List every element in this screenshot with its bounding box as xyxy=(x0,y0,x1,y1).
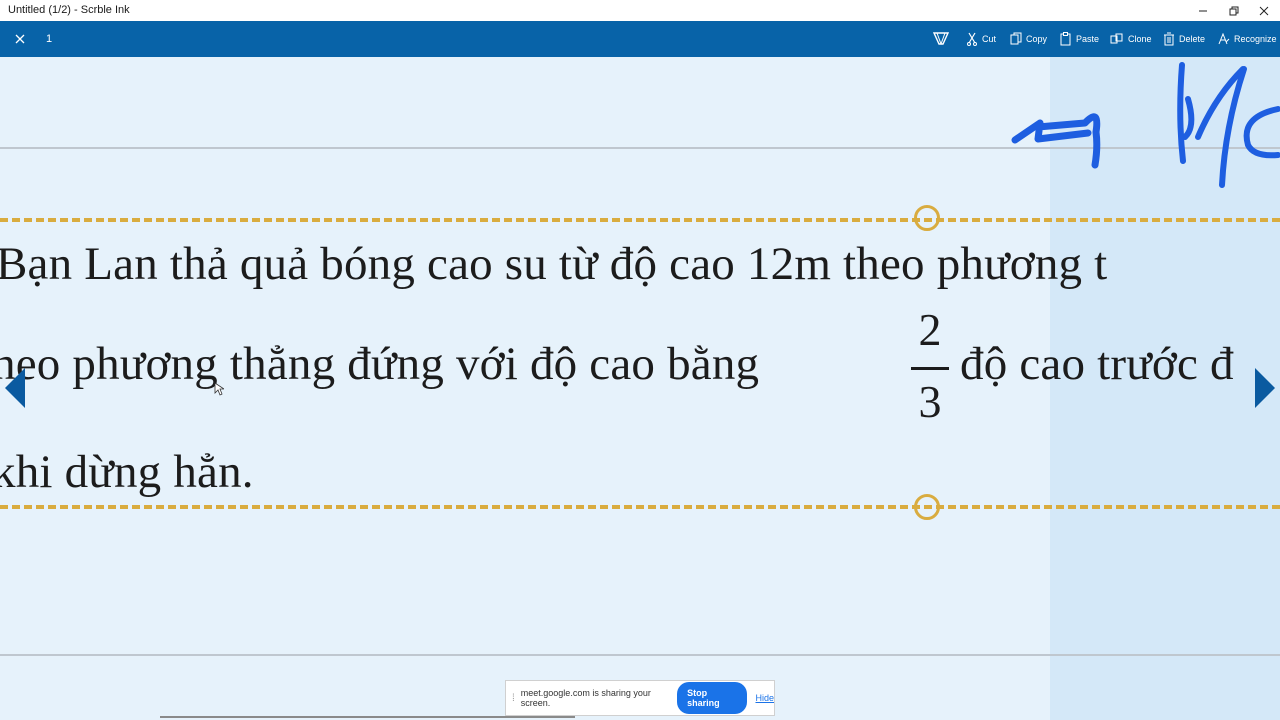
problem-text-line-2b: độ cao trước đ xyxy=(960,338,1234,390)
title-bar: Untitled (1/2) - Scrble Ink xyxy=(0,0,1280,21)
screen-share-bar: ⁞ meet.google.com is sharing your screen… xyxy=(505,680,775,716)
hide-link[interactable]: Hide xyxy=(755,693,774,703)
paste-label: Paste xyxy=(1076,34,1100,44)
next-page-arrow-icon[interactable] xyxy=(1255,368,1275,408)
previous-page-arrow-icon[interactable] xyxy=(5,368,25,408)
minimize-icon xyxy=(1199,10,1207,11)
handwriting-ink xyxy=(1011,62,1280,188)
delete-label: Delete xyxy=(1179,34,1206,44)
clone-button[interactable]: Clone xyxy=(1110,21,1152,57)
close-icon xyxy=(15,34,25,44)
drag-handle-icon[interactable]: ⁞ xyxy=(512,693,515,704)
recognize-icon xyxy=(1218,33,1230,45)
copy-icon xyxy=(1010,32,1022,45)
scissors-icon xyxy=(967,32,977,46)
selection-toolbar: 1 Cut Copy Paste Clone Delete Recognize xyxy=(0,21,1280,57)
lasso-select-button[interactable] xyxy=(932,21,950,57)
stop-sharing-button[interactable]: Stop sharing xyxy=(677,682,748,714)
clone-label: Clone xyxy=(1128,34,1152,44)
horizontal-scrollbar[interactable] xyxy=(160,716,575,718)
cut-label: Cut xyxy=(982,34,997,44)
resize-handle-top[interactable] xyxy=(914,205,940,231)
paste-icon xyxy=(1060,32,1071,46)
recognize-button[interactable]: Recognize xyxy=(1218,21,1277,57)
ruled-line xyxy=(0,654,1280,656)
restore-icon xyxy=(1229,6,1239,15)
recognize-label: Recognize xyxy=(1234,34,1277,44)
problem-text-line-2a: heo phương thẳng đứng với độ cao bằng xyxy=(0,338,760,390)
paste-button[interactable]: Paste xyxy=(1060,21,1099,57)
close-window-button[interactable] xyxy=(1248,0,1280,21)
fraction-denominator: 3 xyxy=(918,376,942,427)
close-selection-button[interactable] xyxy=(8,27,32,51)
resize-handle-bottom[interactable] xyxy=(914,494,940,520)
selection-guide-bottom xyxy=(0,505,1280,509)
copy-label: Copy xyxy=(1026,34,1048,44)
minimize-button[interactable] xyxy=(1187,0,1219,21)
lasso-icon xyxy=(932,32,950,45)
trash-icon xyxy=(1164,32,1174,46)
clone-icon xyxy=(1110,33,1123,44)
problem-text-line-3: khi dừng hẳn. xyxy=(0,446,254,498)
cut-button[interactable]: Cut xyxy=(966,21,996,57)
delete-button[interactable]: Delete xyxy=(1163,21,1205,57)
share-message: meet.google.com is sharing your screen. xyxy=(520,688,651,708)
mouse-cursor-icon xyxy=(214,382,224,396)
restore-button[interactable] xyxy=(1218,0,1250,21)
fraction-numerator: 2 xyxy=(918,304,942,355)
problem-text-line-1: Bạn Lan thả quả bóng cao su từ độ cao 12… xyxy=(0,238,1108,290)
selection-guide-top xyxy=(0,218,1280,222)
fraction-bar xyxy=(911,367,949,370)
window-title: Untitled (1/2) - Scrble Ink xyxy=(8,4,130,16)
ink-canvas[interactable]: Bạn Lan thả quả bóng cao su từ độ cao 12… xyxy=(0,57,1280,720)
close-icon xyxy=(1259,6,1269,15)
page-number: 1 xyxy=(46,33,53,45)
copy-button[interactable]: Copy xyxy=(1010,21,1047,57)
